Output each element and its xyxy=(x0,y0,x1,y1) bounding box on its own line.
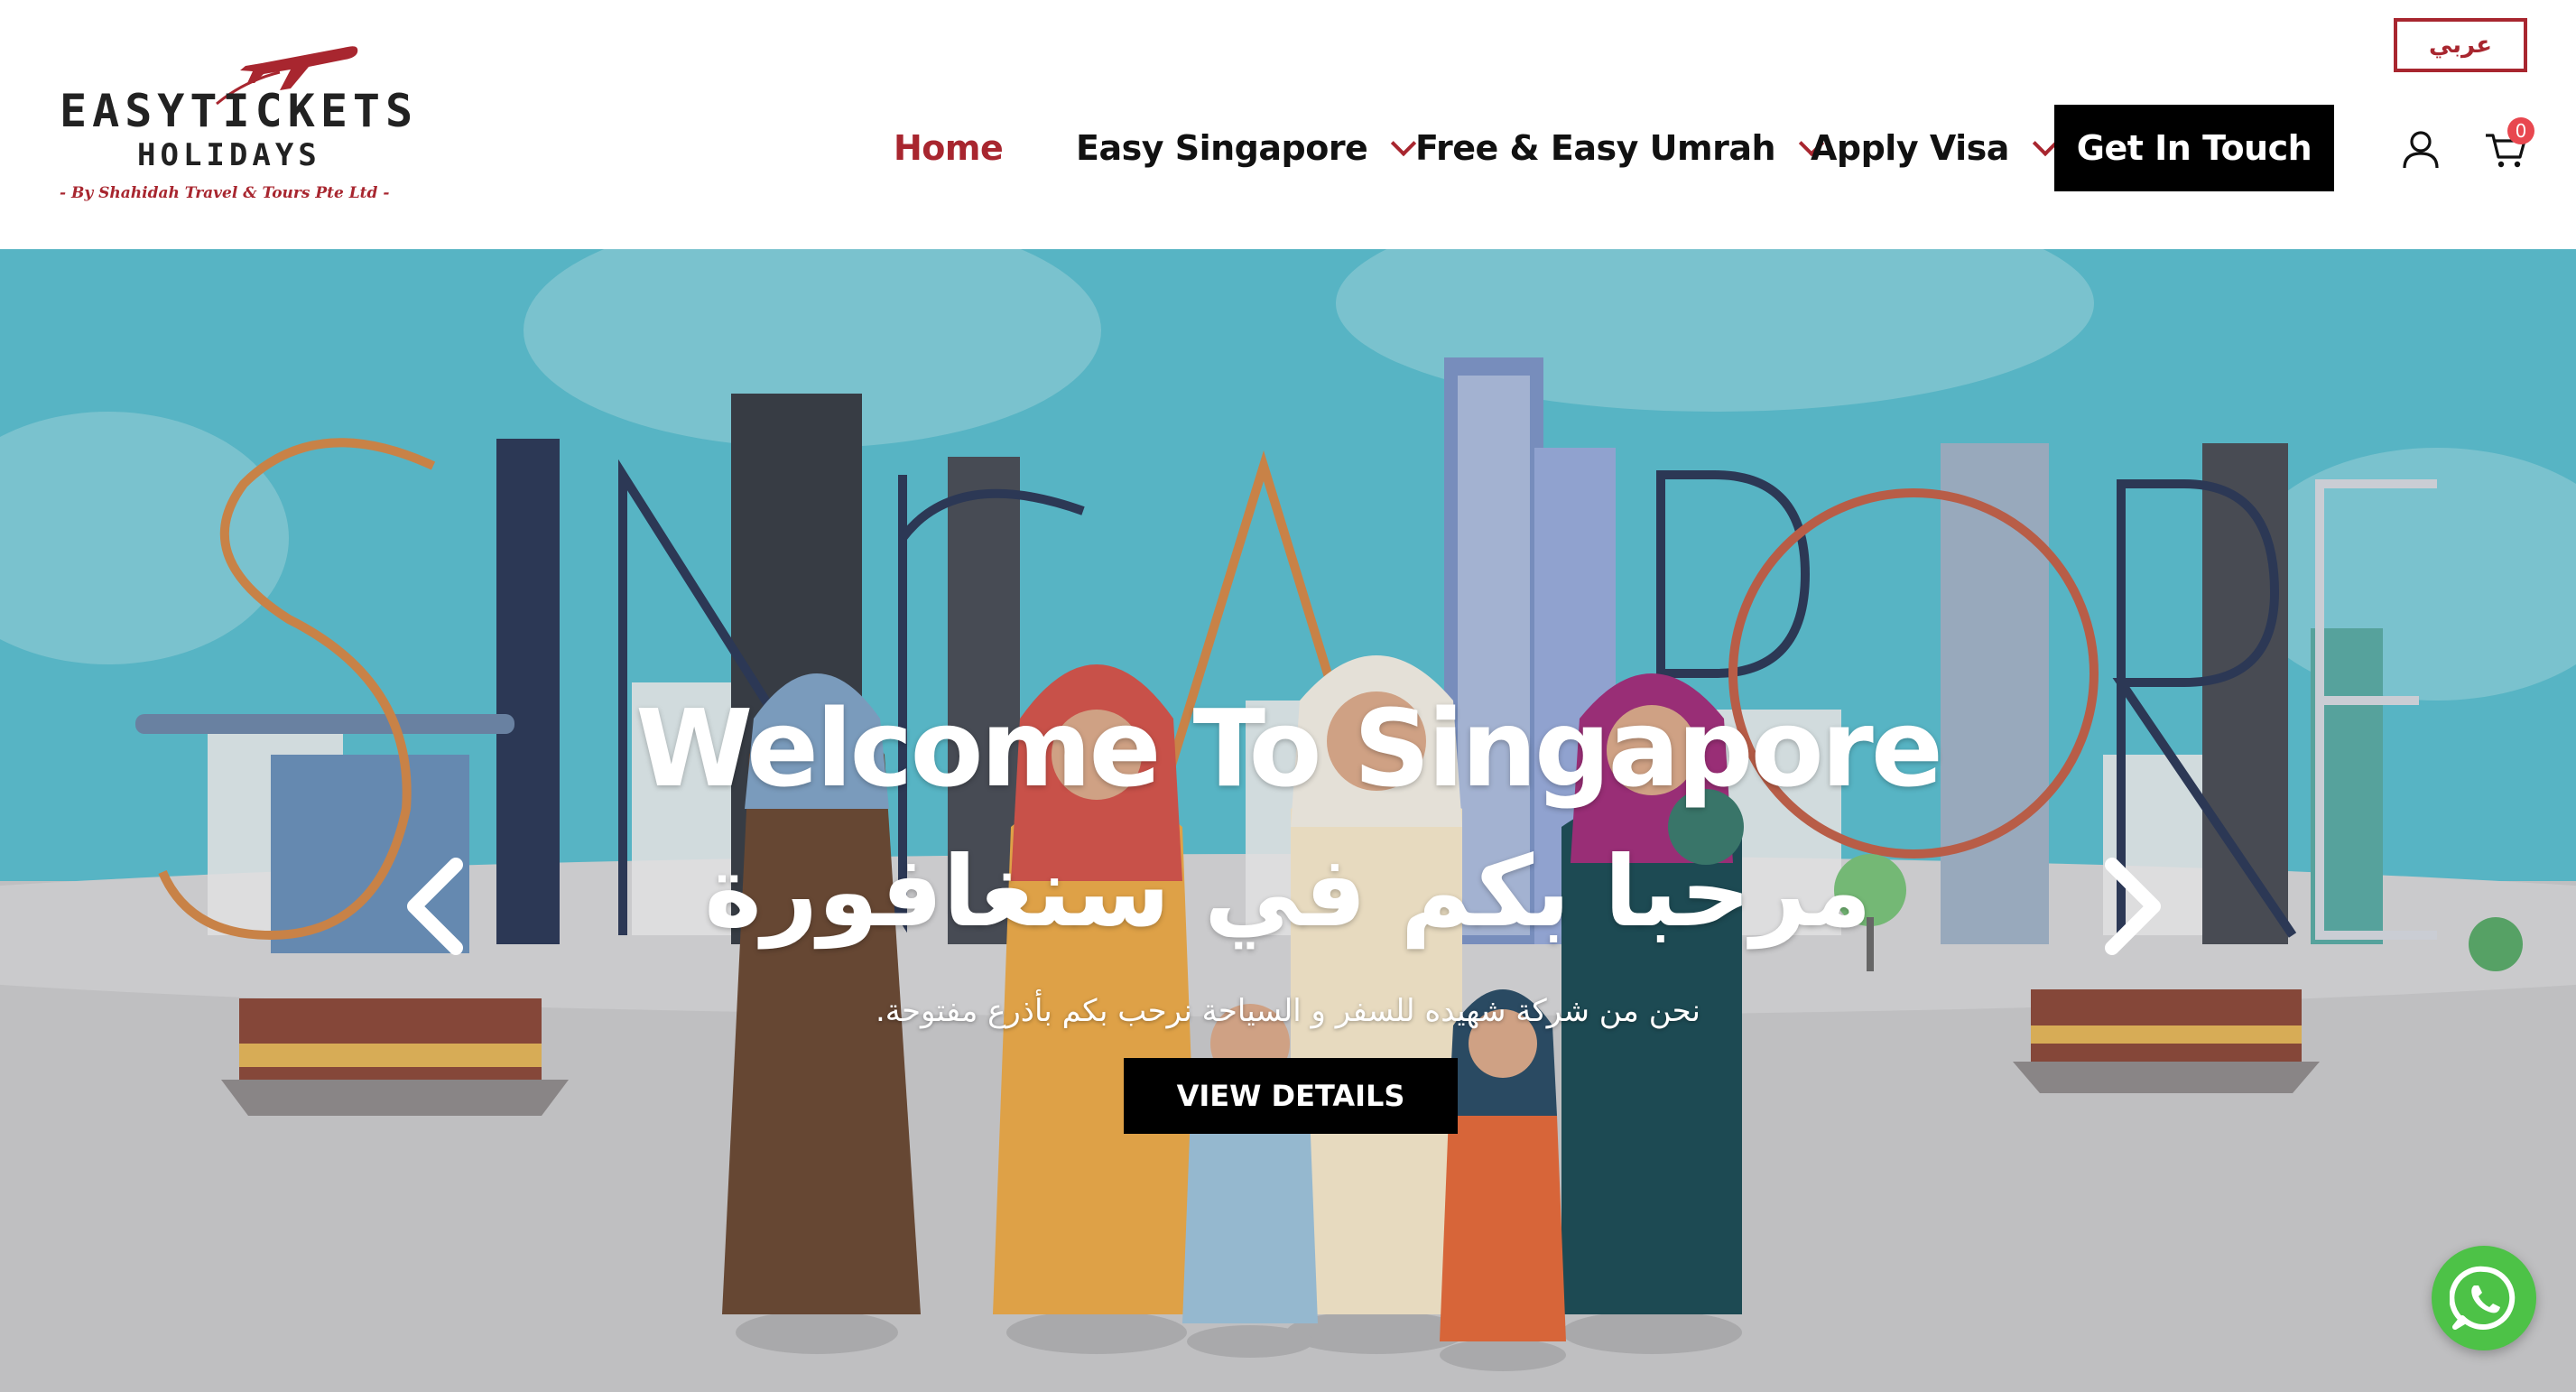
get-in-touch-button[interactable]: Get In Touch xyxy=(2054,105,2334,191)
cart-count-badge: 0 xyxy=(2507,117,2534,144)
hero-title: Welcome To Singapore xyxy=(635,686,1943,811)
view-details-button[interactable]: VIEW DETAILS xyxy=(1124,1058,1458,1134)
site-logo[interactable]: EASYTICKETS HOLIDAYS - By Shahidah Trave… xyxy=(54,36,412,217)
whatsapp-chat-button[interactable] xyxy=(2432,1246,2536,1350)
hero-subtitle: نحن من شركة شهيده للسفر و السياحة نرحب ب… xyxy=(876,993,1700,1029)
chevron-left-icon[interactable] xyxy=(394,852,476,960)
hero-slider: Welcome To Singapore مرحبا بكم في سنغافو… xyxy=(0,249,2576,1392)
chevron-right-icon[interactable] xyxy=(2092,852,2173,960)
nav-item-label: Free & Easy Umrah xyxy=(1415,128,1776,168)
nav-item-free-easy-umrah[interactable]: Free & Easy Umrah xyxy=(1415,105,1825,191)
whatsapp-icon xyxy=(2450,1266,2516,1330)
nav-item-label: Apply Visa xyxy=(1811,128,2009,168)
nav-item-apply-visa[interactable]: Apply Visa xyxy=(1811,105,2059,191)
site-header: EASYTICKETS HOLIDAYS - By Shahidah Trave… xyxy=(0,0,2576,249)
nav-item-easy-singapore[interactable]: Easy Singapore xyxy=(1076,105,1417,191)
hero-title-arabic: مرحبا بكم في سنغافورة xyxy=(704,836,1872,949)
logo-line2: HOLIDAYS xyxy=(137,137,321,173)
logo-line1: EASYTICKETS xyxy=(60,85,419,137)
language-toggle-button[interactable]: عربي xyxy=(2394,18,2527,72)
hero-illustration xyxy=(0,249,2576,1392)
chevron-down-icon xyxy=(1391,130,1417,157)
nav-item-label: Easy Singapore xyxy=(1076,128,1368,168)
logo-tagline: - By Shahidah Travel & Tours Pte Ltd - xyxy=(60,184,390,202)
nav-item-label: Home xyxy=(894,128,1004,168)
user-icon[interactable] xyxy=(2401,130,2441,170)
nav-item-home[interactable]: Home xyxy=(894,105,1004,191)
